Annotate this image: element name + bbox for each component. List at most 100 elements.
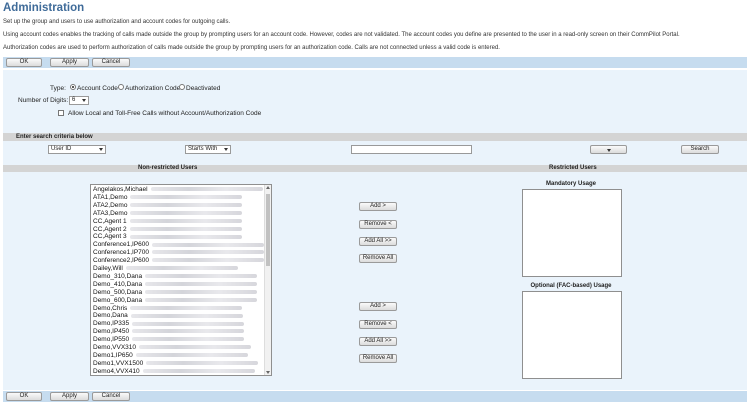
list-item[interactable]: Demo_500,Dana — [93, 288, 258, 297]
redacted-email — [146, 361, 259, 366]
restricted-header: Restricted Users — [549, 165, 597, 171]
add-mandatory-button[interactable]: Add > — [359, 202, 397, 211]
list-item[interactable]: Demo1,IP650 — [93, 352, 248, 360]
list-item[interactable]: Demo_600,Dana — [93, 297, 258, 305]
chevron-down-icon — [224, 148, 228, 151]
type-account-code-radio[interactable]: Account Code — [70, 84, 118, 92]
digits-label: Number of Digits: — [18, 97, 69, 104]
radio-icon — [179, 84, 185, 91]
list-item[interactable]: CC,Agent 2 — [93, 226, 242, 234]
add-optional-button[interactable]: Add > — [359, 302, 397, 311]
redacted-email — [135, 353, 248, 358]
digits-select[interactable]: 6 — [69, 96, 89, 105]
list-item[interactable]: Conference1,IP700 — [93, 249, 265, 257]
search-button[interactable]: Search — [681, 145, 719, 154]
list-item-label: Demo,IP450 — [93, 328, 130, 336]
list-item[interactable]: CC,Agent 3 — [93, 233, 242, 241]
remove-mandatory-button[interactable]: Remove < — [359, 220, 397, 229]
optional-users-list[interactable] — [522, 291, 622, 379]
list-item[interactable]: ATA2,Demo — [93, 202, 243, 210]
type-label: Type: — [50, 85, 66, 92]
list-item-label: Demo,Chris — [93, 304, 128, 312]
list-item-label: Demo_500,Dana — [93, 288, 143, 296]
list-scrollbar[interactable] — [264, 185, 271, 375]
remove-all-mandatory-button[interactable]: Remove All — [359, 254, 397, 263]
list-item-label: Dailey,Will — [93, 265, 123, 272]
list-item[interactable]: ATA3,Demo — [93, 210, 243, 218]
redacted-email — [129, 218, 242, 223]
intro-line-2: Using account codes enables the tracking… — [3, 32, 680, 38]
allow-local-checkbox[interactable] — [58, 110, 64, 116]
remove-optional-button[interactable]: Remove < — [359, 320, 397, 329]
optional-usage-label: Optional (FAC-based) Usage — [530, 283, 612, 289]
ok-button[interactable]: OK — [6, 58, 42, 67]
type-option-label: Authorization Code — [125, 85, 181, 92]
list-item[interactable]: CC,Agent 1 — [93, 218, 242, 226]
list-item-label: CC,Agent 3 — [93, 233, 127, 241]
scroll-thumb[interactable] — [266, 194, 270, 266]
redacted-email — [132, 337, 245, 342]
list-item[interactable]: Demo1,VVX1500 — [93, 360, 259, 368]
list-item[interactable]: ATA1,Demo — [93, 194, 243, 202]
list-item[interactable]: Demo,Dana — [93, 312, 243, 320]
list-item[interactable]: Demo_410,Dana — [93, 280, 258, 289]
list-item-label: Demo,IP550 — [93, 336, 130, 344]
type-deactivated-radio[interactable]: Deactivated — [179, 84, 221, 92]
list-item[interactable]: Conference1,IP600 — [93, 241, 265, 249]
scroll-down-icon[interactable] — [266, 371, 270, 374]
redacted-email — [150, 187, 263, 192]
search-field-value: User ID — [51, 146, 72, 152]
digits-value: 6 — [72, 97, 76, 103]
list-item-label: Conference2,IP600 — [93, 257, 150, 265]
redacted-email — [152, 250, 265, 255]
list-item[interactable]: Demo,IP335 — [93, 320, 245, 328]
list-item[interactable]: Demo_310,Dana — [93, 272, 258, 281]
list-item[interactable]: Demo,IP550 — [93, 336, 245, 344]
redacted-email — [139, 345, 251, 350]
type-option-label: Deactivated — [186, 85, 221, 92]
redacted-email — [129, 226, 242, 231]
ok-button[interactable]: OK — [6, 392, 42, 401]
search-input[interactable] — [351, 145, 472, 154]
list-item[interactable]: Angelakos,Michael — [93, 186, 263, 194]
list-item-label: Demo,IP335 — [93, 320, 130, 328]
list-item[interactable]: Demo,Chris — [93, 304, 243, 313]
list-item[interactable]: Dailey,Will — [93, 265, 238, 273]
chevron-down-icon — [607, 149, 611, 152]
cancel-button[interactable]: Cancel — [92, 392, 130, 401]
search-extra-select[interactable] — [590, 145, 627, 154]
redacted-email — [145, 297, 258, 302]
intro-line-3: Authorization codes are used to perform … — [3, 45, 500, 51]
redacted-email — [125, 266, 238, 271]
list-item-label: Demo_410,Dana — [93, 280, 143, 288]
apply-button[interactable]: Apply — [50, 392, 89, 401]
users-column-header: Non-restricted Users Restricted Users — [3, 165, 747, 172]
apply-button[interactable]: Apply — [50, 58, 89, 67]
intro-line-1: Set up the group and users to use author… — [3, 19, 231, 25]
add-all-mandatory-button[interactable]: Add All >> — [359, 237, 397, 246]
top-button-bar: OK Apply Cancel — [3, 57, 747, 68]
remove-all-optional-button[interactable]: Remove All — [359, 354, 397, 363]
list-item-label: Demo_310,Dana — [93, 272, 143, 280]
type-authorization-code-radio[interactable]: Authorization Code — [118, 84, 181, 92]
list-item-label: Angelakos,Michael — [93, 186, 148, 193]
nonrestricted-users-list[interactable]: Angelakos,Michael ATA1,Demo ATA2,Demo ATA3,… — [90, 184, 272, 376]
mandatory-users-list[interactable] — [522, 189, 622, 277]
bottom-button-bar: OK Apply Cancel — [3, 391, 747, 402]
search-mode-select[interactable]: Starts With — [185, 145, 231, 154]
list-item[interactable]: Demo,VVX310 — [93, 344, 251, 352]
list-item-label: CC,Agent 2 — [93, 225, 127, 233]
add-all-optional-button[interactable]: Add All >> — [359, 337, 397, 346]
redacted-email — [130, 203, 243, 208]
list-item-label: Demo1,IP650 — [93, 351, 133, 359]
cancel-button[interactable]: Cancel — [92, 58, 130, 67]
redacted-email — [142, 368, 255, 373]
scroll-up-icon[interactable] — [266, 186, 270, 189]
list-item[interactable]: Demo,IP450 — [93, 328, 245, 336]
list-item[interactable]: Conference2,IP600 — [93, 257, 265, 265]
list-item[interactable]: Demo4,VVX410 — [93, 368, 255, 375]
search-mode-value: Starts With — [188, 146, 218, 152]
page-title: Administration — [3, 2, 85, 14]
redacted-email — [145, 289, 258, 294]
search-field-select[interactable]: User ID — [48, 145, 106, 154]
